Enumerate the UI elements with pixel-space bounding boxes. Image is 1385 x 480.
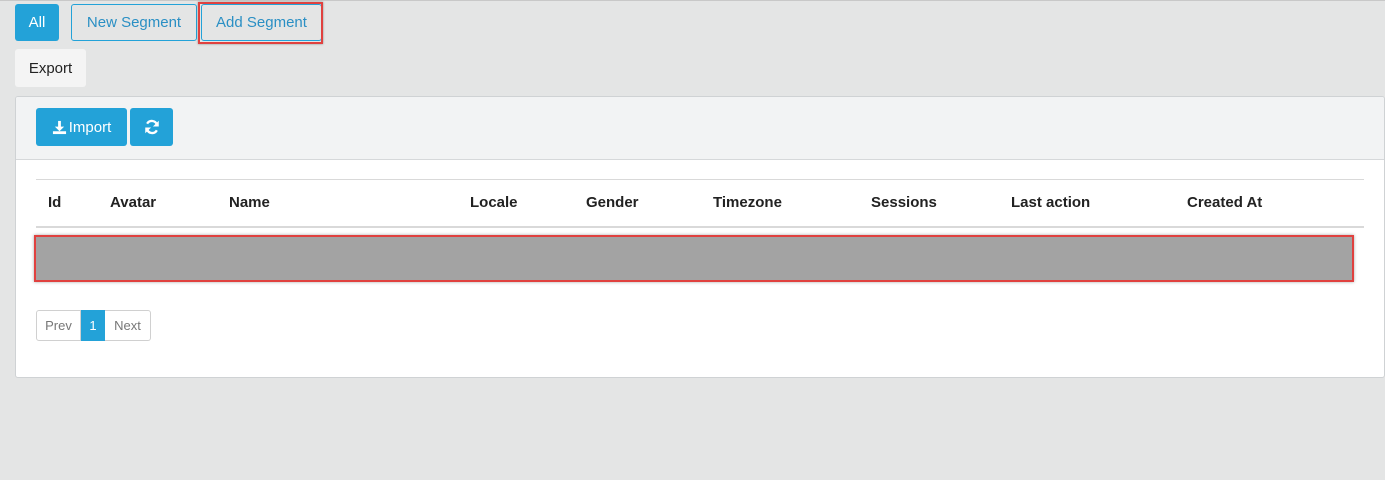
download-icon xyxy=(52,120,66,134)
card-header: Import xyxy=(16,97,1384,160)
pagination-page-1[interactable]: 1 xyxy=(81,310,105,341)
column-header-avatar[interactable]: Avatar xyxy=(110,180,156,226)
refresh-icon xyxy=(144,119,159,135)
column-header-name[interactable]: Name xyxy=(229,180,270,226)
column-header-timezone[interactable]: Timezone xyxy=(713,180,782,226)
column-header-last-action[interactable]: Last action xyxy=(1011,180,1090,226)
column-header-locale[interactable]: Locale xyxy=(470,180,518,226)
pagination-prev[interactable]: Prev xyxy=(36,310,81,341)
table-header-row: Id Avatar Name Locale Gender Timezone Se… xyxy=(36,180,1364,228)
refresh-button[interactable] xyxy=(130,108,173,146)
table-row[interactable] xyxy=(36,236,1354,282)
pagination: Prev 1 Next xyxy=(36,310,151,341)
users-card: Import Id Avatar Name Locale Gender Time… xyxy=(15,96,1385,378)
pagination-next[interactable]: Next xyxy=(105,310,151,341)
import-label: Import xyxy=(68,118,112,136)
column-header-id[interactable]: Id xyxy=(48,180,61,226)
segment-all-button[interactable]: All xyxy=(15,4,59,41)
column-header-sessions[interactable]: Sessions xyxy=(871,180,937,226)
add-segment-button[interactable]: Add Segment xyxy=(201,4,322,41)
page: All New Segment Add Segment Export Impor… xyxy=(0,0,1385,480)
import-button[interactable]: Import xyxy=(36,108,127,146)
column-header-gender[interactable]: Gender xyxy=(586,180,639,226)
column-header-created-at[interactable]: Created At xyxy=(1187,180,1262,226)
export-button[interactable]: Export xyxy=(15,49,86,87)
new-segment-button[interactable]: New Segment xyxy=(71,4,197,41)
